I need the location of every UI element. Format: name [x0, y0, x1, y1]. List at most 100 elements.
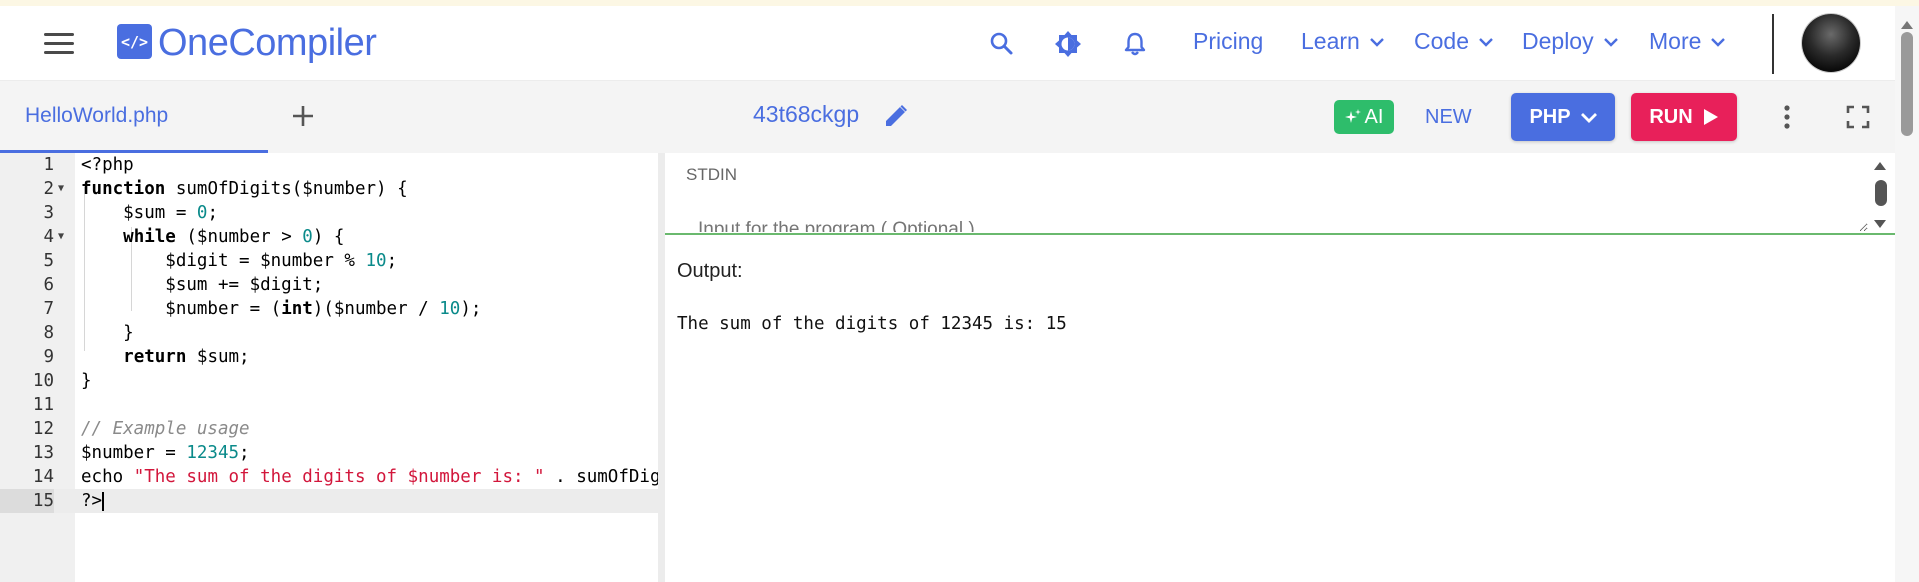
chevron-down-icon	[1603, 37, 1618, 47]
line-number: 7	[43, 299, 54, 319]
code-text: }	[81, 323, 134, 343]
line-number: 8	[43, 323, 54, 343]
code-line-1: 1 <?php	[0, 153, 658, 177]
search-icon[interactable]	[988, 30, 1016, 58]
fold-arrow-icon[interactable]: ▼	[58, 177, 64, 201]
page-scroll-up-icon[interactable]	[1901, 16, 1913, 29]
run-button[interactable]: RUN	[1631, 93, 1737, 141]
line-number: 5	[43, 251, 54, 271]
nav-code-label: Code	[1414, 28, 1469, 54]
line-number: 13	[32, 443, 54, 463]
page-scrollbar-thumb[interactable]	[1901, 32, 1913, 136]
language-label: PHP	[1529, 105, 1571, 128]
nav-deploy[interactable]: Deploy	[1522, 28, 1618, 55]
chevron-down-icon	[1580, 112, 1597, 123]
code-text: $digit = $number % 10;	[81, 251, 398, 271]
nav-pricing[interactable]: Pricing	[1193, 28, 1263, 55]
stdin-input[interactable]	[698, 215, 1868, 232]
code-text: $number = (int)($number / 10);	[81, 299, 482, 319]
code-line-11: 11	[0, 393, 658, 417]
line-number: 10	[32, 371, 54, 391]
line-number: 12	[32, 419, 54, 439]
code-text: echo "The sum of the digits of $number i…	[81, 467, 658, 487]
pane-resize-handle[interactable]	[658, 153, 665, 582]
code-text: $sum += $digit;	[81, 275, 324, 295]
output-text: The sum of the digits of 12345 is: 15	[677, 314, 1067, 334]
code-line-2: 2 ▼ function sumOfDigits($number) {	[0, 177, 658, 201]
code-text: function sumOfDigits($number) {	[81, 179, 408, 199]
editor-toolbar: HelloWorld.php 43t68ckgp AI NEW PHP RUN	[0, 81, 1895, 153]
more-options-icon[interactable]	[1775, 103, 1799, 131]
code-text: $sum = 0;	[81, 203, 218, 223]
code-line-7: 7 $number = (int)($number / 10);	[0, 297, 658, 321]
file-tab-label: HelloWorld.php	[25, 104, 169, 127]
file-tab-helloworld[interactable]: HelloWorld.php	[0, 81, 268, 153]
fullscreen-icon[interactable]	[1846, 105, 1870, 129]
line-number: 14	[32, 467, 54, 487]
fold-arrow-icon[interactable]: ▼	[58, 225, 64, 249]
code-line-14: 14 echo "The sum of the digits of $number…	[0, 465, 658, 489]
code-line-12: 12 // Example usage	[0, 417, 658, 441]
nav-more-label: More	[1649, 28, 1702, 54]
chevron-down-icon	[1711, 37, 1726, 47]
stdin-underline	[665, 233, 1895, 235]
run-button-label: RUN	[1649, 105, 1693, 128]
logo-icon[interactable]: </>	[117, 24, 152, 59]
stdin-scrollbar-thumb[interactable]	[1875, 180, 1887, 206]
notification-bell-icon[interactable]	[1121, 30, 1149, 58]
code-editor[interactable]: 1 <?php 2 ▼ function sumOfDigits($number) {…	[0, 153, 658, 582]
nav-pricing-label: Pricing	[1193, 28, 1264, 54]
language-select-button[interactable]: PHP	[1511, 93, 1615, 141]
new-button[interactable]: NEW	[1425, 106, 1472, 129]
sparkle-icon	[1344, 109, 1361, 123]
nav-learn-label: Learn	[1301, 28, 1360, 54]
logo-text[interactable]: OneCompiler	[158, 22, 377, 65]
nav-more[interactable]: More	[1649, 28, 1726, 55]
ai-button[interactable]: AI	[1334, 100, 1394, 134]
user-avatar[interactable]	[1802, 14, 1860, 72]
line-number: 2	[43, 179, 54, 199]
code-text: // Example usage	[81, 419, 250, 439]
chevron-down-icon	[1369, 37, 1384, 47]
code-line-10: 10}	[0, 369, 658, 393]
code-text: ?>	[81, 491, 105, 511]
line-number: 11	[32, 395, 54, 415]
line-number: 6	[43, 275, 54, 295]
add-file-icon[interactable]	[288, 101, 318, 131]
line-number: 3	[43, 203, 54, 223]
chevron-down-icon	[1479, 37, 1493, 47]
stdin-scroll-down-icon[interactable]	[1873, 216, 1887, 228]
line-number: 9	[43, 347, 54, 367]
nav-learn[interactable]: Learn	[1301, 28, 1384, 55]
stdin-label: STDIN	[686, 165, 737, 184]
stdin-scroll-up-icon[interactable]	[1873, 158, 1887, 170]
top-navbar: </> OneCompiler Pricing Learn Code Deplo…	[0, 6, 1895, 81]
menu-icon[interactable]	[44, 33, 74, 55]
line-number: 15	[0, 489, 54, 513]
code-line-15: 15 ?>	[0, 489, 658, 513]
code-text: return $sum;	[123, 347, 250, 367]
code-text: }	[81, 371, 92, 391]
line-number: 1	[43, 155, 54, 175]
project-name[interactable]: 43t68ckgp	[753, 101, 859, 128]
ai-button-label: AI	[1364, 105, 1384, 128]
nav-deploy-label: Deploy	[1522, 28, 1594, 54]
line-number: 4	[43, 227, 54, 247]
code-line-4: 4 ▼ while ($number > 0) {	[0, 225, 658, 249]
code-text: $number = 12345;	[81, 443, 250, 463]
theme-toggle-icon[interactable]	[1054, 30, 1082, 58]
header-divider	[1772, 14, 1774, 74]
code-line-3: 3 $sum = 0;	[0, 201, 658, 225]
nav-code[interactable]: Code	[1414, 28, 1493, 55]
code-line-6: 6 $sum += $digit;	[0, 273, 658, 297]
code-line-13: 13 $number = 12345;	[0, 441, 658, 465]
code-line-5: 5 $digit = $number % 10;	[0, 249, 658, 273]
code-text: <?php	[81, 155, 134, 175]
edit-pencil-icon[interactable]	[883, 103, 909, 129]
code-text: while ($number > 0) {	[123, 227, 345, 247]
output-label: Output:	[677, 260, 743, 282]
text-cursor	[102, 491, 105, 511]
code-line-8: 8 }	[0, 321, 658, 345]
code-line-9: 9 return $sum;	[0, 345, 658, 369]
play-icon	[1703, 109, 1718, 125]
